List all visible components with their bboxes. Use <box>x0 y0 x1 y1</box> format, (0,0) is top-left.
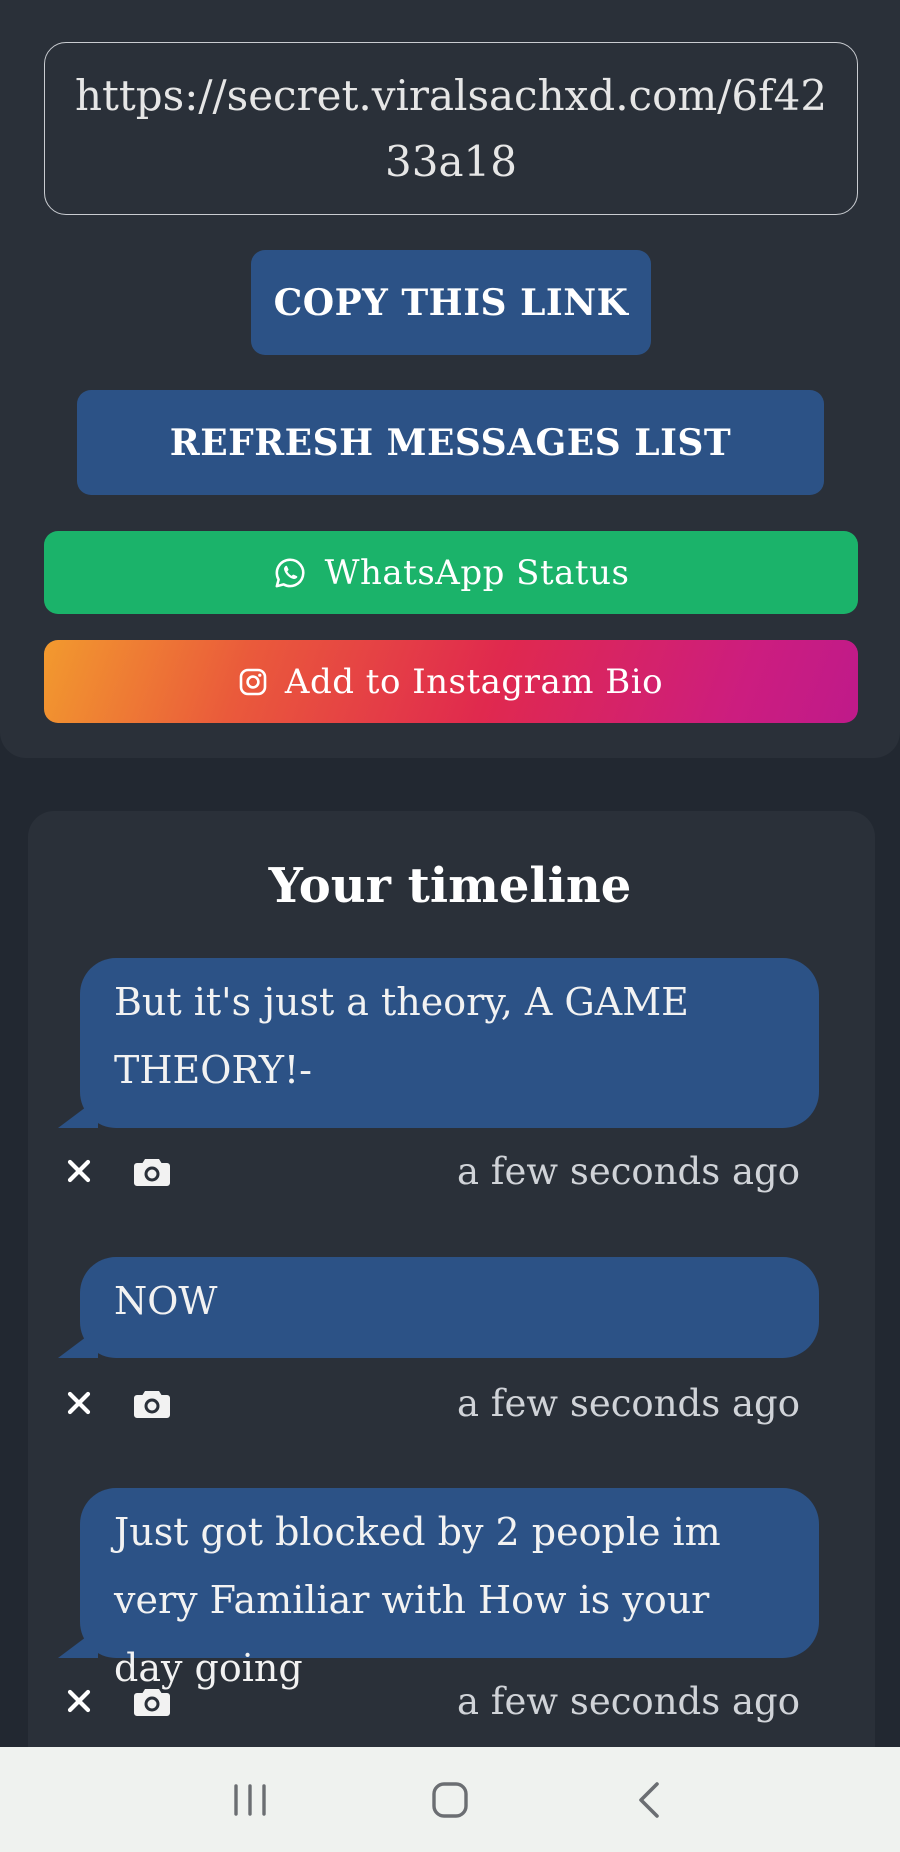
whatsapp-icon <box>275 557 305 587</box>
message-timestamp: a few seconds ago <box>456 1381 800 1425</box>
close-icon[interactable] <box>62 1386 96 1420</box>
instagram-bio-button[interactable]: Add to Instagram Bio <box>44 640 858 723</box>
share-link-box[interactable]: https://secret.viralsachxd.com/6f4233a18 <box>44 42 858 215</box>
instagram-bio-label: Add to Instagram Bio <box>284 661 664 702</box>
close-icon[interactable] <box>62 1154 96 1188</box>
camera-icon[interactable] <box>132 1151 172 1191</box>
android-nav-bar <box>0 1747 900 1852</box>
message-timestamp: a few seconds ago <box>456 1149 800 1193</box>
back-icon[interactable] <box>620 1770 680 1830</box>
page: https://secret.viralsachxd.com/6f4233a18… <box>0 0 900 1852</box>
copy-link-button[interactable]: COPY THIS LINK <box>251 250 651 355</box>
message-bubble: NOW <box>58 1257 819 1358</box>
refresh-messages-button[interactable]: REFRESH MESSAGES LIST <box>77 390 824 495</box>
message-meta: a few seconds ago <box>62 1378 800 1428</box>
message-timestamp: a few seconds ago <box>456 1679 800 1723</box>
message-meta: a few seconds ago <box>62 1146 800 1196</box>
whatsapp-status-button[interactable]: WhatsApp Status <box>44 531 858 614</box>
recents-icon[interactable] <box>220 1770 280 1830</box>
message-text: But it's just a theory, A GAME THEORY!- <box>114 980 689 1092</box>
camera-icon[interactable] <box>132 1681 172 1721</box>
message-text: NOW <box>114 1279 218 1323</box>
message-bubble: Just got blocked by 2 people im very Fam… <box>58 1488 819 1690</box>
message-meta: a few seconds ago <box>62 1676 800 1726</box>
home-icon[interactable] <box>420 1770 480 1830</box>
instagram-icon <box>239 668 267 695</box>
camera-icon[interactable] <box>132 1383 172 1423</box>
whatsapp-status-label: WhatsApp Status <box>324 552 630 593</box>
message-bubble: But it's just a theory, A GAME THEORY!- <box>58 958 819 1128</box>
timeline-title: Your timeline <box>268 858 632 914</box>
close-icon[interactable] <box>62 1684 96 1718</box>
